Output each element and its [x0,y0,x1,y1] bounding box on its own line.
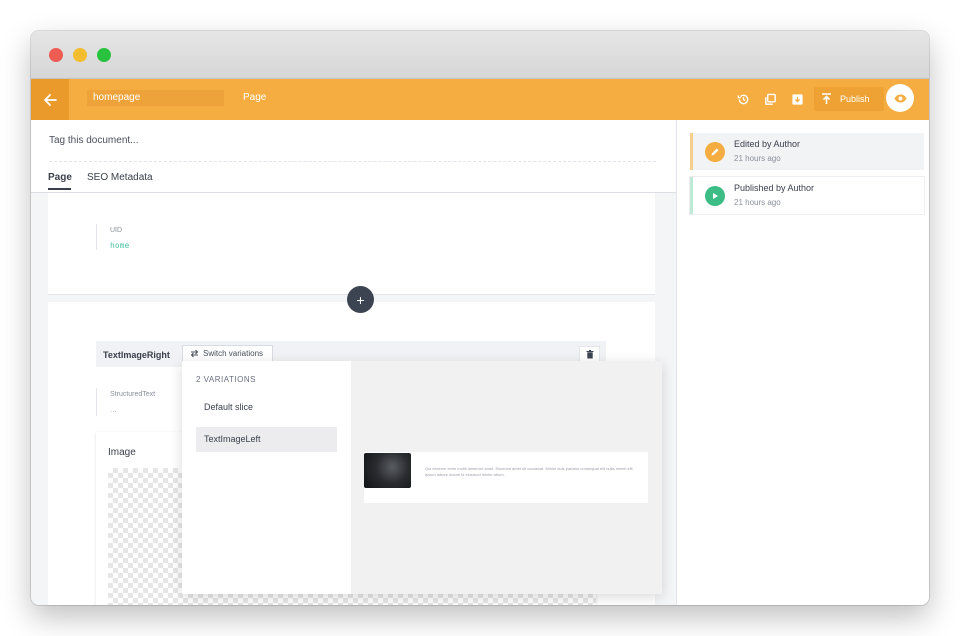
field-indicator [96,224,97,250]
tab-seo-metadata[interactable]: SEO Metadata [87,172,153,183]
switch-variations-button[interactable]: Switch variations [182,345,273,362]
duplicate-button[interactable] [763,92,777,106]
archive-button[interactable] [790,92,804,106]
field-indicator [96,388,97,416]
uid-field-card: UID home [48,193,655,295]
arrow-left-icon [44,93,57,106]
tag-input[interactable]: Tag this document... [49,135,139,146]
archive-icon [791,93,803,105]
document-name-field[interactable]: homepage [87,90,224,106]
document-type-label: Page [243,92,267,103]
back-button[interactable] [31,79,69,120]
title-bar [31,31,929,79]
slice-name: TextImageRight [103,350,170,360]
variations-popover: 2 VARIATIONS Default slice TextImageLeft… [182,361,662,594]
history-time: 21 hours ago [734,154,781,163]
close-window-button[interactable] [49,48,63,62]
preview-body-text: Qui excerce enim mollit deserunt amet. E… [425,466,633,477]
history-label: Published by Author [734,183,815,193]
structured-text-label: StructuredText [110,391,156,398]
publish-button[interactable]: Publish [814,87,884,111]
duplicate-icon [764,93,776,105]
history-time: 21 hours ago [734,198,781,207]
preview-button[interactable] [886,84,914,112]
swap-icon [190,349,199,358]
variation-item-default-slice[interactable]: Default slice [196,395,337,420]
image-label: Image [108,447,136,458]
minimize-window-button[interactable] [73,48,87,62]
trash-icon [586,349,593,358]
tag-panel: Tag this document... Page SEO Metadata [31,120,676,193]
publish-label: Publish [840,94,870,104]
history-button[interactable] [736,92,750,106]
history-sidebar: Edited by Author 21 hours ago Published … [676,120,929,605]
document-toolbar: homepage Page Publish [31,79,929,120]
switch-variations-label: Switch variations [203,349,264,358]
divider [49,161,656,162]
eye-icon [894,94,906,102]
uid-input[interactable]: home [110,241,129,250]
browser-window: homepage Page Publish Tag this document.… [31,31,929,605]
pencil-icon [705,142,725,162]
maximize-window-button[interactable] [97,48,111,62]
preview-slice: Qui excerce enim mollit deserunt amet. E… [364,452,648,503]
variations-title: 2 VARIATIONS [196,375,256,384]
variations-list: 2 VARIATIONS Default slice TextImageLeft [182,361,351,594]
variation-preview: Qui excerce enim mollit deserunt amet. E… [351,361,662,594]
history-item-edited[interactable]: Edited by Author 21 hours ago [690,133,924,170]
document-editor: Tag this document... Page SEO Metadata U… [31,120,676,605]
preview-thumbnail-image [364,453,411,488]
uid-label: UID [110,227,123,234]
structured-text-input[interactable]: ... [110,405,117,414]
upload-icon [822,93,831,104]
add-slice-button[interactable]: + [347,286,374,313]
play-icon [705,186,725,206]
tab-page[interactable]: Page [48,172,72,190]
variation-item-textimageleft[interactable]: TextImageLeft [196,427,337,452]
history-label: Edited by Author [734,139,801,149]
delete-slice-button[interactable] [579,346,600,362]
history-item-published[interactable]: Published by Author 21 hours ago [690,177,924,214]
history-icon [737,94,748,104]
